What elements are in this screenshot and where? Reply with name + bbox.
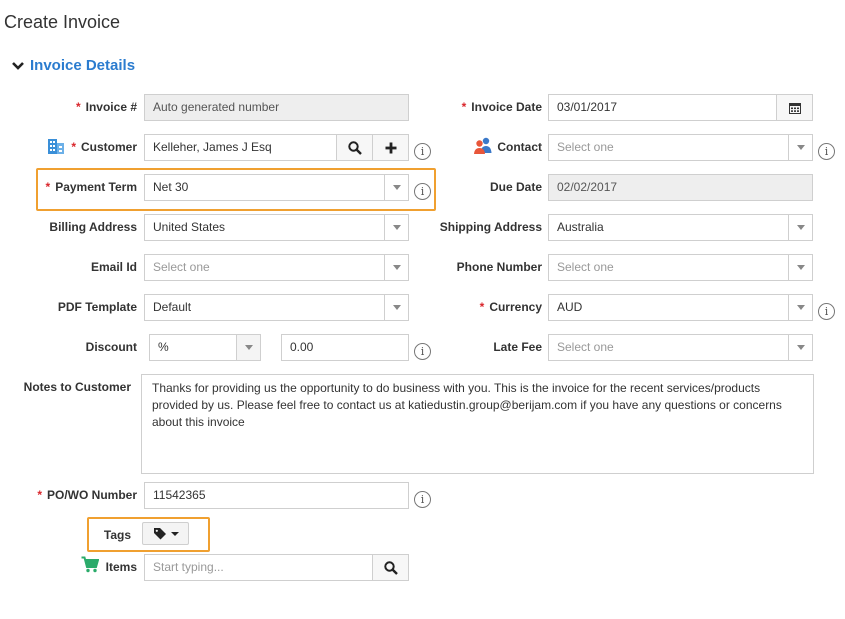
calendar-icon <box>788 102 801 114</box>
section-title: Invoice Details <box>30 57 136 74</box>
chevron-down-icon <box>796 225 805 230</box>
invoice-date-input[interactable]: 03/01/2017 <box>548 94 777 121</box>
page-title: Create Invoice <box>4 12 121 32</box>
discount-label: Discount <box>85 340 137 354</box>
notes-textarea[interactable]: Thanks for providing us the opportunity … <box>141 374 814 474</box>
chevron-down-icon <box>244 345 253 350</box>
items-label: Items <box>105 560 137 574</box>
required-mark: * <box>461 100 467 114</box>
required-mark: * <box>479 300 485 314</box>
shipping-address-dropdown-toggle[interactable] <box>788 214 813 241</box>
caret-down-icon <box>170 531 179 536</box>
invoice-date-label: * Invoice Date <box>461 100 542 114</box>
discount-value-input[interactable]: 0.00 <box>281 334 409 361</box>
payment-term-info-icon[interactable]: i <box>414 183 431 200</box>
payment-term-label: * Payment Term <box>45 180 137 194</box>
required-mark: * <box>71 140 76 154</box>
phone-number-dropdown-toggle[interactable] <box>788 254 813 281</box>
chevron-down-icon <box>796 265 805 270</box>
invoice-no-field: Auto generated number <box>144 94 409 121</box>
search-icon <box>383 560 398 575</box>
contact-info-icon[interactable]: i <box>818 143 835 160</box>
tags-dropdown-button[interactable] <box>142 522 189 545</box>
customer-info-icon[interactable]: i <box>414 143 431 160</box>
required-mark: * <box>75 100 81 114</box>
contacts-icon <box>474 137 492 154</box>
discount-type-dropdown-toggle[interactable] <box>236 334 261 361</box>
currency-select[interactable]: AUD <box>548 294 789 321</box>
billing-address-label: Billing Address <box>49 220 137 234</box>
chevron-down-icon <box>796 305 805 310</box>
due-date-label: Due Date <box>489 180 542 194</box>
tags-label: Tags <box>103 528 131 542</box>
chevron-down-icon <box>392 265 401 270</box>
phone-number-select[interactable]: Select one <box>548 254 789 281</box>
pdf-template-dropdown-toggle[interactable] <box>384 294 409 321</box>
building-icon <box>48 139 64 154</box>
late-fee-dropdown-toggle[interactable] <box>788 334 813 361</box>
chevron-down-icon <box>392 225 401 230</box>
add-customer-button[interactable] <box>372 134 409 161</box>
shipping-address-label: Shipping Address <box>439 220 542 234</box>
po-wo-label: * PO/WO Number <box>37 488 137 502</box>
discount-info-icon[interactable]: i <box>414 343 431 360</box>
chevron-down-icon <box>796 145 805 150</box>
discount-type-select[interactable]: % <box>149 334 237 361</box>
billing-address-select[interactable]: United States <box>144 214 385 241</box>
currency-dropdown-toggle[interactable] <box>788 294 813 321</box>
contact-label: Contact <box>497 140 542 154</box>
email-id-dropdown-toggle[interactable] <box>384 254 409 281</box>
chevron-down-icon <box>12 61 24 70</box>
plus-icon <box>385 142 396 153</box>
po-wo-input[interactable]: 11542365 <box>144 482 409 509</box>
customer-input[interactable]: Kelleher, James J Esq <box>144 134 337 161</box>
currency-label: * Currency <box>479 300 542 314</box>
pdf-template-select[interactable]: Default <box>144 294 385 321</box>
late-fee-label: Late Fee <box>493 340 542 354</box>
chevron-down-icon <box>392 305 401 310</box>
invoice-details-toggle[interactable]: Invoice Details <box>10 57 135 74</box>
customer-search-button[interactable] <box>336 134 373 161</box>
email-id-label: Email Id <box>90 260 137 274</box>
chevron-down-icon <box>392 185 401 190</box>
search-icon <box>347 140 362 155</box>
pdf-template-label: PDF Template <box>57 300 137 314</box>
payment-term-dropdown-toggle[interactable] <box>384 174 409 201</box>
cart-icon <box>81 556 99 573</box>
required-mark: * <box>37 488 42 502</box>
required-mark: * <box>45 180 51 194</box>
payment-term-select[interactable]: Net 30 <box>144 174 385 201</box>
customer-label: * Customer <box>71 140 137 154</box>
notes-label: Notes to Customer <box>23 380 131 394</box>
shipping-address-select[interactable]: Australia <box>548 214 789 241</box>
email-id-select[interactable]: Select one <box>144 254 385 281</box>
due-date-field: 02/02/2017 <box>548 174 813 201</box>
po-wo-info-icon[interactable]: i <box>414 491 431 508</box>
contact-select[interactable]: Select one <box>548 134 789 161</box>
late-fee-select[interactable]: Select one <box>548 334 789 361</box>
calendar-button[interactable] <box>776 94 813 121</box>
chevron-down-icon <box>796 345 805 350</box>
invoice-no-label: * Invoice # <box>75 100 137 114</box>
items-search-input[interactable]: Start typing... <box>144 554 373 581</box>
contact-dropdown-toggle[interactable] <box>788 134 813 161</box>
phone-number-label: Phone Number <box>456 260 542 274</box>
tag-icon <box>153 528 166 540</box>
items-search-button[interactable] <box>372 554 409 581</box>
billing-address-dropdown-toggle[interactable] <box>384 214 409 241</box>
currency-info-icon[interactable]: i <box>818 303 835 320</box>
